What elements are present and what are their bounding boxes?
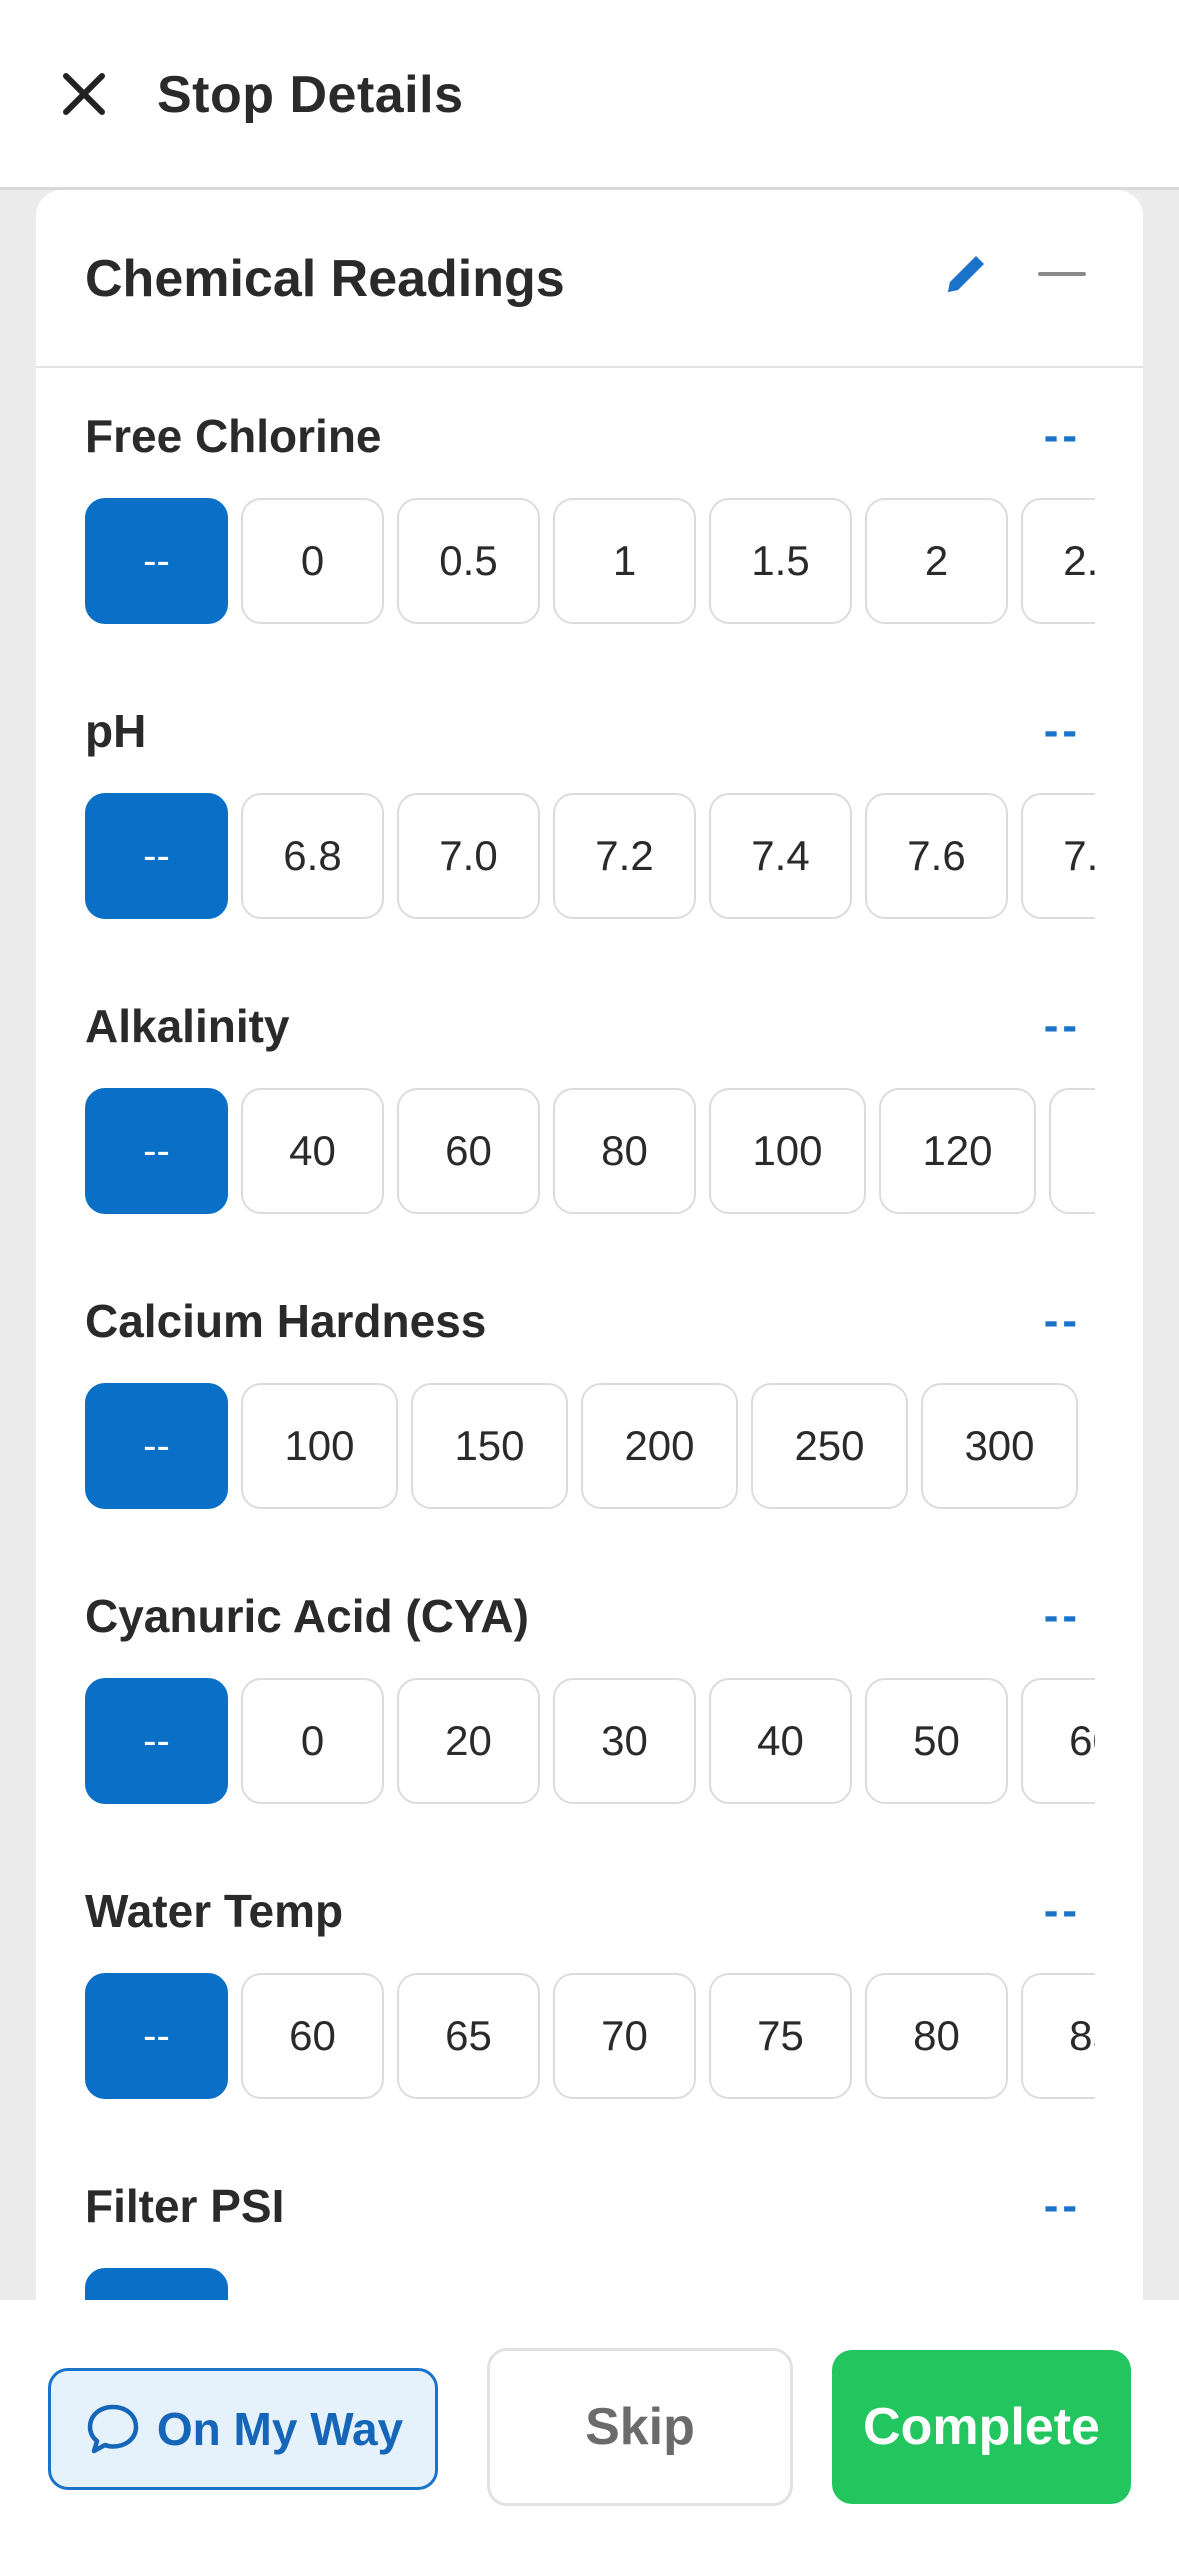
value-chip[interactable]: -- [85,793,228,919]
reading-label: Free Chlorine [85,410,382,462]
value-chip[interactable]: 200 [581,1383,738,1509]
reading-value: -- [1043,2181,1081,2230]
value-chip[interactable]: 80 [553,1088,696,1214]
pencil-icon [948,256,984,292]
value-chip[interactable]: 7.2 [553,793,696,919]
on-my-way-label: On My Way [156,2403,404,2455]
skip-button[interactable]: Skip [487,2348,793,2506]
reading-value: -- [1043,706,1081,755]
value-chip-row[interactable]: -- 100 150 200 250 300 [85,1383,1095,1509]
value-chip[interactable]: 150 [411,1383,568,1509]
reading-label: Filter PSI [85,2180,285,2232]
value-chip-row[interactable]: --00.511.522.5 [85,498,1095,624]
reading-value: -- [1043,411,1081,460]
value-chip[interactable]: 70 [553,1973,696,2099]
close-button[interactable] [52,62,116,126]
value-chip[interactable]: 1.5 [709,498,852,624]
value-chip[interactable]: 100 [709,1088,866,1214]
value-chip[interactable]: 7.4 [709,793,852,919]
close-icon [63,73,105,115]
value-chip-row[interactable]: --606570758085 [85,1973,1095,2099]
value-chip[interactable]: 0.5 [397,498,540,624]
value-chip[interactable]: 0 [241,1678,384,1804]
value-chip-row[interactable]: -- [85,2268,1095,2300]
value-chip[interactable]: -- [85,1088,228,1214]
reading-label: Cyanuric Acid (CYA) [85,1590,529,1642]
chat-bubble-icon [87,2404,139,2454]
reading-section: Free Chlorine----00.511.522.5 [85,406,1131,701]
value-chip[interactable]: 250 [751,1383,908,1509]
value-chip[interactable]: -- [85,1678,228,1804]
reading-section: Calcium Hardness -- -- 100 150 200 250 300 [85,1291,1131,1586]
reading-section: Cyanuric Acid (CYA)----02030405060 [85,1586,1131,1881]
value-chip[interactable]: 60 [1021,1678,1095,1804]
app-header: Stop Details [0,0,1179,190]
value-chip[interactable]: 0 [241,498,384,624]
action-footer: On My Way Skip Complete [0,2300,1179,2556]
value-chip[interactable]: 6.8 [241,793,384,919]
value-chip[interactable]: 2 [865,498,1008,624]
value-chip[interactable]: 60 [241,1973,384,2099]
reading-label: Water Temp [85,1885,344,1937]
value-chip[interactable]: -- [85,1383,228,1509]
value-chip[interactable]: 20 [397,1678,540,1804]
value-chip[interactable]: 85 [1021,1973,1095,2099]
value-chip-row[interactable]: --6.87.07.27.47.67.8 [85,793,1095,919]
value-chip[interactable]: -- [85,2268,228,2300]
reading-value: -- [1043,1296,1081,1345]
value-chip-row[interactable]: --406080100120 140 [85,1088,1095,1214]
reading-section: Filter PSI -- -- [85,2176,1131,2300]
value-chip[interactable]: 7.8 [1021,793,1095,919]
chemical-readings-card: Chemical Readings Free Chlorine -- -- 0 0.5 1… [36,190,1143,2300]
reading-label: Calcium Hardness [85,1295,487,1347]
value-chip[interactable]: 80 [865,1973,1008,2099]
value-chip[interactable]: 300 [921,1383,1078,1509]
value-chip[interactable]: 40 [241,1088,384,1214]
reading-section: Alkalinity----406080100120140 [85,996,1131,1291]
reading-section: Water Temp----606570758085 [85,1881,1131,2176]
collapse-button[interactable] [1032,244,1092,304]
value-chip[interactable]: 60 [397,1088,540,1214]
reading-value: -- [1043,1591,1081,1640]
on-my-way-button[interactable]: On My Way [48,2368,438,2490]
minus-icon [1038,272,1086,276]
complete-button[interactable]: Complete [832,2350,1131,2504]
value-chip[interactable]: 75 [709,1973,852,2099]
reading-label: pH [85,705,147,757]
value-chip[interactable]: 7.0 [397,793,540,919]
page-title: Stop Details [157,66,464,124]
value-chip[interactable]: 40 [709,1678,852,1804]
edit-button[interactable] [936,244,996,304]
reading-label: Alkalinity [85,1000,290,1052]
reading-section: pH----6.87.07.27.47.67.8 [85,701,1131,996]
reading-value: -- [1043,1001,1081,1050]
card-title: Chemical Readings [85,250,565,308]
value-chip[interactable]: 1 [553,498,696,624]
value-chip[interactable]: 2.5 [1021,498,1095,624]
card-header: Chemical Readings [36,190,1143,368]
value-chip[interactable]: 100 [241,1383,398,1509]
value-chip[interactable]: 7.6 [865,793,1008,919]
value-chip-row[interactable]: --02030405060 [85,1678,1095,1804]
value-chip[interactable]: -- [85,1973,228,2099]
value-chip[interactable]: 30 [553,1678,696,1804]
value-chip[interactable]: -- [85,498,228,624]
value-chip[interactable]: 140 [1049,1088,1095,1214]
value-chip[interactable]: 50 [865,1678,1008,1804]
value-chip[interactable]: 120 [879,1088,1036,1214]
reading-value: -- [1043,1886,1081,1935]
value-chip[interactable]: 65 [397,1973,540,2099]
